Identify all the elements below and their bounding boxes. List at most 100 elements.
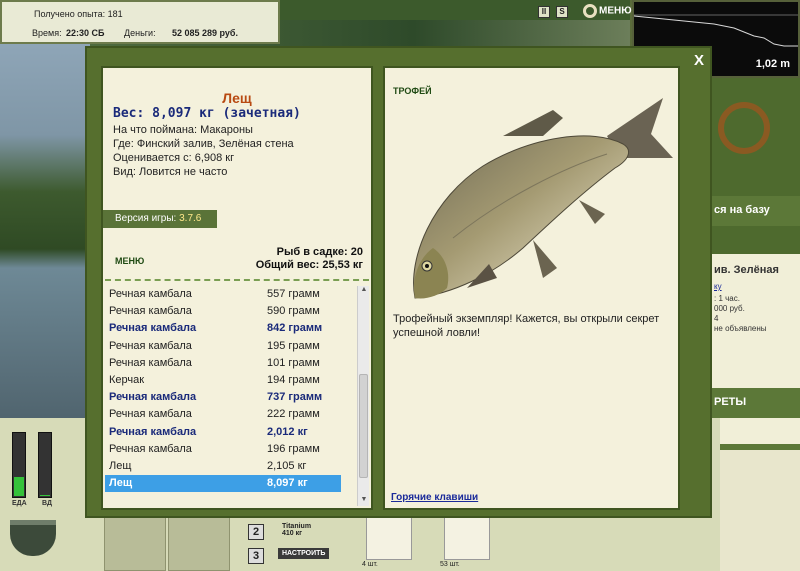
version-label: Версия игры: <box>115 213 177 224</box>
dialog-menu-button[interactable]: МЕНЮ <box>115 256 144 266</box>
catch-fish-weight: 196 грамм <box>267 442 320 455</box>
catch-fish-name: Лещ <box>109 477 133 490</box>
close-icon[interactable]: X <box>694 52 704 69</box>
catch-row[interactable]: Речная камбала 101 грамм <box>105 355 341 372</box>
fish-weight: Вес: 8,097 кг (зачетная) <box>113 106 301 121</box>
go-to-base-button[interactable]: ся на базу <box>712 196 800 226</box>
catch-fish-name: Речная камбала <box>109 288 192 300</box>
catch-fish-weight: 737 грамм <box>267 391 323 404</box>
catch-scrollbar[interactable]: ▲ ▼ <box>357 286 369 506</box>
catch-row[interactable]: Речная камбала 195 грамм <box>105 338 341 355</box>
money-label: Деньги: <box>124 28 156 38</box>
catch-row[interactable]: Речная камбала 590 грамм <box>105 303 341 320</box>
time-label: Время: <box>32 28 62 38</box>
version-badge: Версия игры: 3.7.6 <box>103 210 217 228</box>
catch-fish-name: Речная камбала <box>109 322 197 335</box>
catch-fish-name: Керчак <box>109 374 145 386</box>
cage-count: Рыб в садке: 20 <box>276 246 363 258</box>
top-menu-label: МЕНЮ <box>599 5 632 17</box>
gear-icon <box>583 4 597 18</box>
rod-slot-2[interactable]: 2 <box>248 524 264 540</box>
divider <box>105 279 369 281</box>
right-lower-panel <box>712 444 800 571</box>
fish-valued: Оценивается с: 6,908 кг <box>113 152 235 164</box>
vodka-label: ВД <box>42 500 52 507</box>
secrets-button[interactable]: РЕТЫ <box>712 388 800 418</box>
right-panel: ся на базу ив. Зелёная ку : 1 час. 000 р… <box>712 78 800 571</box>
rod-slot-3[interactable]: 3 <box>248 548 264 564</box>
catch-row[interactable]: Речная камбала 2,012 кг <box>105 424 341 441</box>
scroll-down-icon[interactable]: ▼ <box>358 496 370 506</box>
catch-fish-name: Речная камбала <box>109 356 192 369</box>
catch-fish-name: Речная камбала <box>109 391 197 404</box>
line-weight: 410 кг <box>282 530 303 537</box>
catch-fish-weight: 195 грамм <box>267 339 320 352</box>
bream-image <box>413 98 673 299</box>
fish-place: Где: Финский залив, Зелёная стена <box>113 138 294 150</box>
catch-row[interactable]: Лещ 2,105 кг <box>105 458 341 475</box>
trophy-label: ТРОФЕЙ <box>393 86 432 96</box>
catch-fish-name: Лещ <box>109 460 132 472</box>
info-line-3: 4 <box>714 314 719 323</box>
pause-icon[interactable]: II <box>538 6 550 18</box>
catch-fish-weight: 222 грамм <box>267 408 320 421</box>
fish-bait: На что поймана: Макароны <box>113 124 253 136</box>
vodka-gauge-fill <box>40 494 50 496</box>
info-line-2: 000 руб. <box>714 304 745 313</box>
xp-text: Получено опыта: 181 <box>34 9 123 19</box>
catch-row-selected[interactable]: Лещ 8,097 кг <box>105 475 341 493</box>
sound-icon[interactable]: S <box>556 6 568 18</box>
catch-fish-name: Речная камбала <box>109 425 197 438</box>
scroll-thumb[interactable] <box>359 374 368 478</box>
money-value: 52 085 289 руб. <box>172 28 238 38</box>
catch-row[interactable]: Речная камбала 842 грамм <box>105 320 341 337</box>
cage-summary: Рыб в садке: 20 Общий вес: 25,53 кг <box>256 246 363 272</box>
top-strip <box>280 0 630 20</box>
hook-count: 4 шт. <box>362 561 378 568</box>
ship-wheel-icon[interactable] <box>718 102 770 154</box>
top-menu-button[interactable]: МЕНЮ <box>583 4 632 18</box>
pasta-bait-item[interactable] <box>444 514 490 560</box>
configure-button[interactable]: НАСТРОИТЬ <box>278 548 330 559</box>
cage-weight: Общий вес: 25,53 кг <box>255 259 363 271</box>
location-link[interactable]: ку <box>714 282 722 291</box>
catch-fish-name: Речная камбала <box>109 305 192 318</box>
catch-row[interactable]: Керчак 194 грамм <box>105 372 341 389</box>
catch-fish-weight: 194 грамм <box>267 374 320 386</box>
catch-fish-weight: 590 грамм <box>267 305 320 318</box>
fish-info-panel: Лещ Вес: 8,097 кг (зачетная) На что пойм… <box>101 66 373 510</box>
version-value: 3.7.6 <box>179 213 202 224</box>
scene-view <box>0 40 90 420</box>
catch-fish-weight: 2,105 кг <box>267 460 307 472</box>
depth-value: 1,02 m <box>755 58 790 70</box>
vodka-gauge <box>38 432 52 498</box>
catch-row[interactable]: Речная камбала 557 грамм <box>105 286 341 303</box>
scroll-up-icon[interactable]: ▲ <box>358 286 370 296</box>
trophy-text: Трофейный экземпляр! Кажется, вы открыли… <box>393 313 660 339</box>
trophy-panel: ТРОФЕЙ Трофейный экземпляр! Кажется, вы … <box>383 66 680 510</box>
hotkeys-link[interactable]: Горячие клавиши <box>391 492 478 503</box>
catch-dialog: X Лещ Вес: 8,097 кг (зачетная) На что по… <box>85 46 712 518</box>
line-info: Titanium 410 кг <box>282 523 311 537</box>
catch-fish-name: Речная камбала <box>109 408 192 421</box>
info-line-1: : 1 час. <box>714 294 740 303</box>
catch-fish-name: Речная камбала <box>109 442 192 455</box>
hook-item[interactable] <box>366 514 412 560</box>
catch-fish-weight: 2,012 кг <box>267 425 308 438</box>
food-gauge-fill <box>14 476 24 496</box>
catch-fish-weight: 8,097 кг <box>267 477 308 490</box>
food-label: ЕДА <box>12 500 27 507</box>
line-name: Titanium <box>282 523 312 530</box>
food-gauge <box>12 432 26 498</box>
fish-species: Вид: Ловится не часто <box>113 166 228 178</box>
catch-row[interactable]: Речная камбала 222 грамм <box>105 406 341 423</box>
catch-fish-weight: 101 грамм <box>267 356 320 369</box>
catch-fish-name: Речная камбала <box>109 339 192 352</box>
location-name: ив. Зелёная <box>714 264 779 276</box>
time-value: 22:30 СБ <box>66 28 105 38</box>
status-panel: Получено опыта: 181 Время: 22:30 СБ День… <box>0 0 280 44</box>
catch-row[interactable]: Речная камбала 196 грамм <box>105 441 341 458</box>
catch-row[interactable]: Речная камбала 737 грамм <box>105 389 341 406</box>
info-line-4: не объявлены <box>714 324 767 333</box>
catch-fish-weight: 842 грамм <box>267 322 323 335</box>
